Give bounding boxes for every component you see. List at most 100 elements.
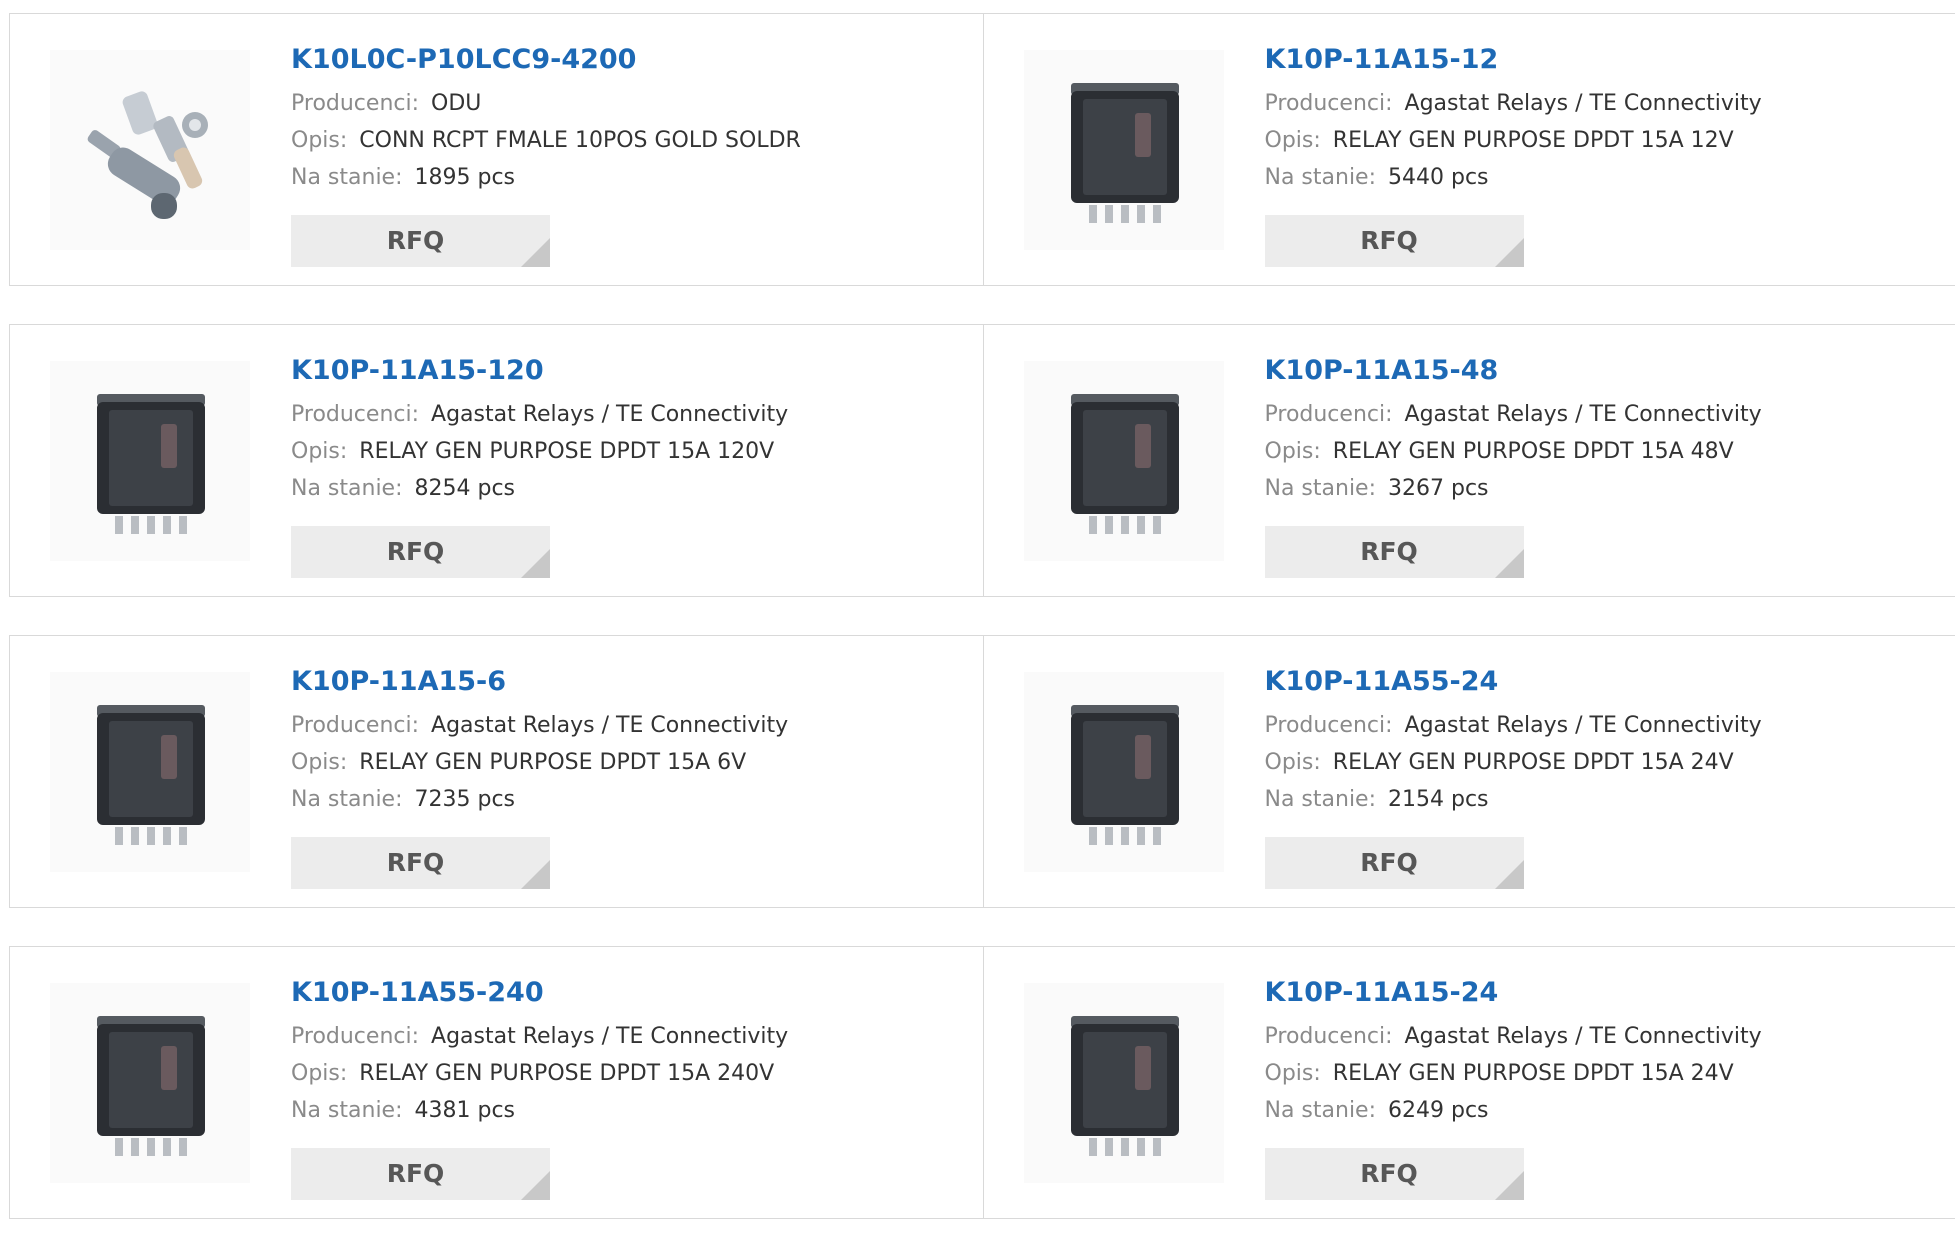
description-line: Opis:RELAY GEN PURPOSE DPDT 15A 240V (291, 1055, 963, 1092)
product-image[interactable] (1024, 672, 1224, 872)
stock-line: Na stanie: 1895 pcs (291, 159, 963, 196)
description-label: Opis: (1265, 439, 1321, 464)
product-title-link[interactable]: K10P-11A15-48 (1265, 353, 1936, 389)
manufacturer-label: Producenci: (291, 1024, 419, 1049)
product-title-link[interactable]: K10P-11A15-24 (1265, 975, 1936, 1011)
corner-triangle-icon (1495, 860, 1524, 889)
rfq-button-label: RFQ (1360, 848, 1418, 877)
description-line: Opis:RELAY GEN PURPOSE DPDT 15A 12V (1265, 122, 1936, 159)
description-value: RELAY GEN PURPOSE DPDT 15A 24V (1333, 750, 1734, 775)
relay-image (1039, 65, 1209, 235)
rfq-button[interactable]: RFQ (1265, 215, 1524, 267)
product-grid: K10L0C-P10LCC9-4200 Producenci: ODU Opis:… (9, 13, 1955, 1257)
stock-value: 5440 pcs (1388, 165, 1489, 190)
manufacturer-label: Producenci: (1265, 1024, 1393, 1049)
manufacturer-value: Agastat Relays / TE Connectivity (1405, 713, 1762, 738)
manufacturer-value: ODU (431, 91, 481, 116)
stock-label: Na stanie: (291, 1098, 403, 1123)
relay-image (1039, 998, 1209, 1168)
product-info: K10P-11A55-240 Producenci: Agastat Relays… (291, 975, 963, 1129)
manufacturer-value: Agastat Relays / TE Connectivity (431, 713, 788, 738)
stock-line: Na stanie:5440 pcs (1265, 159, 1936, 196)
product-row: K10P-11A55-240 Producenci: Agastat Relays… (9, 946, 1955, 1219)
connector-kit-image (65, 65, 235, 235)
corner-triangle-icon (1495, 238, 1524, 267)
product-title-link[interactable]: K10P-11A55-24 (1265, 664, 1936, 700)
rfq-button[interactable]: RFQ (1265, 837, 1524, 889)
stock-label: Na stanie: (291, 165, 403, 190)
product-card: K10P-11A15-12 Producenci:Agastat Relays … (983, 14, 1955, 285)
product-image[interactable] (50, 983, 250, 1183)
product-info: K10P-11A15-12 Producenci:Agastat Relays … (1265, 42, 1936, 196)
rfq-button-label: RFQ (1360, 537, 1418, 566)
stock-line: Na stanie:2154 pcs (1265, 781, 1936, 818)
product-title-link[interactable]: K10L0C-P10LCC9-4200 (291, 42, 963, 78)
description-label: Opis: (291, 1061, 347, 1086)
description-line: Opis:RELAY GEN PURPOSE DPDT 15A 24V (1265, 1055, 1936, 1092)
product-card: K10P-11A55-240 Producenci: Agastat Relays… (10, 947, 983, 1218)
description-label: Opis: (1265, 750, 1321, 775)
product-info: K10P-11A55-24 Producenci:Agastat Relays … (1265, 664, 1936, 818)
relay-image (65, 998, 235, 1168)
stock-value: 2154 pcs (1388, 787, 1489, 812)
description-value: RELAY GEN PURPOSE DPDT 15A 6V (359, 750, 746, 775)
rfq-button[interactable]: RFQ (291, 1148, 550, 1200)
description-value: RELAY GEN PURPOSE DPDT 15A 12V (1333, 128, 1734, 153)
description-value: RELAY GEN PURPOSE DPDT 15A 48V (1333, 439, 1734, 464)
product-image[interactable] (50, 361, 250, 561)
description-line: Opis:RELAY GEN PURPOSE DPDT 15A 6V (291, 744, 963, 781)
stock-label: Na stanie: (1265, 1098, 1377, 1123)
manufacturer-value: Agastat Relays / TE Connectivity (1405, 402, 1762, 427)
product-image[interactable] (50, 672, 250, 872)
rfq-button-label: RFQ (387, 1159, 445, 1188)
product-info: K10P-11A15-6 Producenci: Agastat Relays /… (291, 664, 963, 818)
description-label: Opis: (1265, 1061, 1321, 1086)
product-title-link[interactable]: K10P-11A55-240 (291, 975, 963, 1011)
product-title-link[interactable]: K10P-11A15-6 (291, 664, 963, 700)
stock-label: Na stanie: (1265, 476, 1377, 501)
stock-line: Na stanie:8254 pcs (291, 470, 963, 507)
description-value: CONN RCPT FMALE 10POS GOLD SOLDR (359, 128, 801, 153)
stock-line: Na stanie:4381 pcs (291, 1092, 963, 1129)
manufacturer-line: Producenci: Agastat Relays / TE Connectiv… (291, 1018, 963, 1055)
manufacturer-value: Agastat Relays / TE Connectivity (431, 402, 788, 427)
description-label: Opis: (291, 128, 347, 153)
product-image[interactable] (1024, 361, 1224, 561)
manufacturer-label: Producenci: (291, 91, 419, 116)
manufacturer-line: Producenci:Agastat Relays / TE Connectiv… (1265, 396, 1936, 433)
rfq-button[interactable]: RFQ (291, 837, 550, 889)
product-image[interactable] (1024, 983, 1224, 1183)
stock-line: Na stanie: 6249 pcs (1265, 1092, 1936, 1129)
rfq-button[interactable]: RFQ (291, 526, 550, 578)
rfq-button-label: RFQ (1360, 226, 1418, 255)
rfq-button[interactable]: RFQ (1265, 526, 1524, 578)
manufacturer-value: Agastat Relays / TE Connectivity (1405, 1024, 1762, 1049)
product-image[interactable] (50, 50, 250, 250)
stock-value: 6249 pcs (1388, 1098, 1489, 1123)
product-image[interactable] (1024, 50, 1224, 250)
manufacturer-label: Producenci: (1265, 91, 1393, 116)
product-info: K10P-11A15-120 Producenci:Agastat Relays… (291, 353, 963, 507)
manufacturer-label: Producenci: (291, 713, 419, 738)
corner-triangle-icon (1495, 549, 1524, 578)
description-line: Opis:RELAY GEN PURPOSE DPDT 15A 120V (291, 433, 963, 470)
product-title-link[interactable]: K10P-11A15-12 (1265, 42, 1936, 78)
relay-image (65, 687, 235, 857)
corner-triangle-icon (1495, 1171, 1524, 1200)
manufacturer-line: Producenci:Agastat Relays / TE Connectiv… (291, 396, 963, 433)
manufacturer-line: Producenci: Agastat Relays / TE Connectiv… (1265, 1018, 1936, 1055)
product-title-link[interactable]: K10P-11A15-120 (291, 353, 963, 389)
rfq-button[interactable]: RFQ (1265, 1148, 1524, 1200)
description-line: Opis: RELAY GEN PURPOSE DPDT 15A 48V (1265, 433, 1936, 470)
relay-image (65, 376, 235, 546)
relay-image (1039, 376, 1209, 546)
corner-triangle-icon (521, 860, 550, 889)
stock-value: 1895 pcs (415, 165, 516, 190)
rfq-button-label: RFQ (387, 537, 445, 566)
description-label: Opis: (291, 439, 347, 464)
manufacturer-value: Agastat Relays / TE Connectivity (431, 1024, 788, 1049)
description-line: Opis: RELAY GEN PURPOSE DPDT 15A 24V (1265, 744, 1936, 781)
manufacturer-line: Producenci: Agastat Relays / TE Connectiv… (291, 707, 963, 744)
stock-label: Na stanie: (291, 787, 403, 812)
rfq-button[interactable]: RFQ (291, 215, 550, 267)
